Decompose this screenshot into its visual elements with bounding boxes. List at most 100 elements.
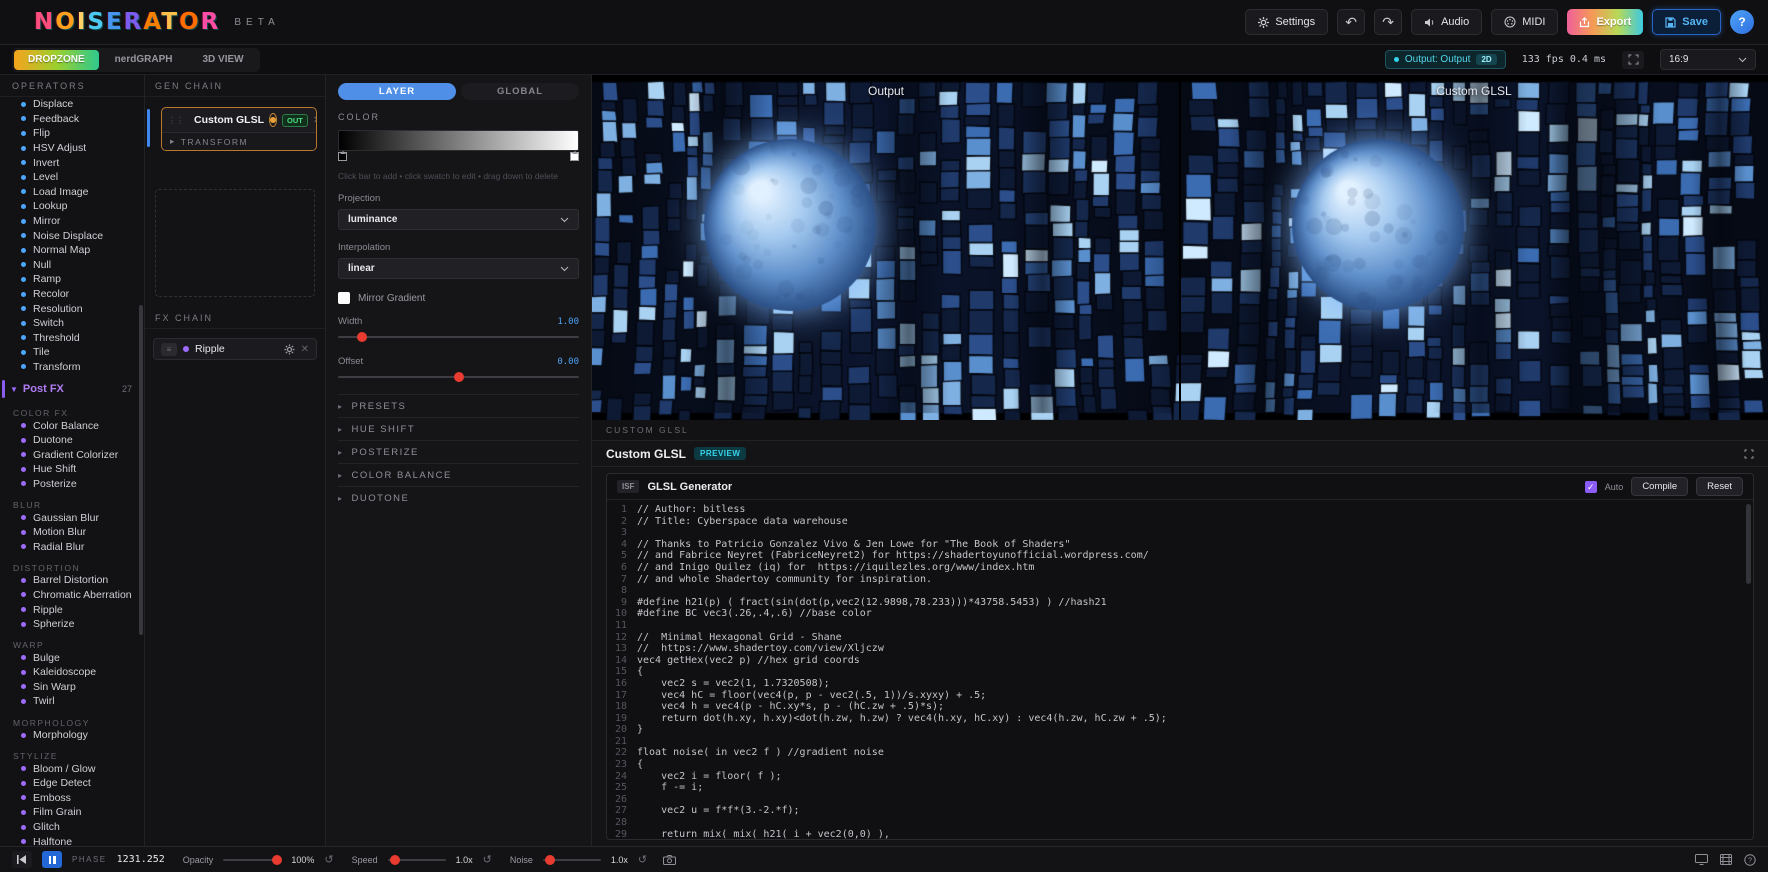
sidebar-item-recolor[interactable]: Recolor: [0, 287, 144, 302]
reset-icon[interactable]: ↺: [324, 853, 333, 866]
export-button[interactable]: Export: [1567, 9, 1644, 35]
gradient-bar[interactable]: [338, 130, 579, 151]
tab-global[interactable]: GLOBAL: [461, 83, 579, 100]
skip-to-start-button[interactable]: [12, 851, 32, 868]
redo-button[interactable]: ↷: [1374, 9, 1403, 35]
noise-slider[interactable]: [542, 854, 601, 865]
reset-button[interactable]: Reset: [1696, 477, 1743, 496]
sidebar-item-barrel-distortion[interactable]: Barrel Distortion: [0, 573, 144, 588]
reset-icon[interactable]: ↺: [638, 853, 647, 866]
camera-icon[interactable]: [663, 854, 677, 865]
output-selector[interactable]: Output: Output 2D: [1384, 50, 1506, 69]
sidebar-item-transform[interactable]: Transform: [0, 360, 144, 375]
sidebar-item-motion-blur[interactable]: Motion Blur: [0, 525, 144, 540]
sidebar-item-post-fx[interactable]: ▼ Post FX 27: [0, 379, 144, 399]
collapse-section-posterize[interactable]: ▸ POSTERIZE: [338, 440, 579, 463]
sidebar-item-switch[interactable]: Switch: [0, 316, 144, 331]
sidebar-item-film-grain[interactable]: Film Grain: [0, 805, 144, 820]
sidebar-item-hsv-adjust[interactable]: HSV Adjust: [0, 141, 144, 156]
sidebar-item-hue-shift[interactable]: Hue Shift: [0, 462, 144, 477]
noise-knob[interactable]: [545, 854, 556, 865]
sidebar-item-color-balance[interactable]: Color Balance: [0, 418, 144, 433]
tab-layer[interactable]: LAYER: [338, 83, 456, 100]
sidebar-item-radial-blur[interactable]: Radial Blur: [0, 539, 144, 554]
sidebar-item-gaussian-blur[interactable]: Gaussian Blur: [0, 510, 144, 525]
fx-node-ripple[interactable]: ≡ Ripple ✕: [153, 338, 317, 360]
collapse-section-duotone[interactable]: ▸ DUOTONE: [338, 486, 579, 509]
sidebar-item-bulge[interactable]: Bulge: [0, 650, 144, 665]
pause-button[interactable]: [42, 851, 62, 868]
aspect-ratio-select[interactable]: 16:9: [1660, 49, 1756, 70]
collapse-section-presets[interactable]: ▸ PRESETS: [338, 394, 579, 417]
sidebar-item-null[interactable]: Null: [0, 258, 144, 273]
offset-slider[interactable]: [338, 372, 579, 382]
speed-knob[interactable]: [389, 854, 400, 865]
gradient-swatch-white[interactable]: [570, 151, 579, 161]
settings-button[interactable]: Settings: [1245, 9, 1329, 35]
fit-view-button[interactable]: [1622, 50, 1644, 69]
sidebar-item-duotone[interactable]: Duotone: [0, 433, 144, 448]
monitor-icon[interactable]: [1695, 854, 1708, 865]
sidebar-item-ripple[interactable]: Ripple: [0, 602, 144, 617]
code-scrollbar[interactable]: [1746, 504, 1751, 584]
interpolation-select[interactable]: linear: [338, 258, 579, 279]
gradient-swatch-black[interactable]: [338, 151, 347, 161]
expand-icon[interactable]: [1744, 449, 1754, 459]
sidebar-item-displace[interactable]: Displace: [0, 97, 144, 112]
audio-button[interactable]: Audio: [1411, 9, 1483, 35]
speed-slider[interactable]: [387, 854, 446, 865]
sidebar-item-ramp[interactable]: Ramp: [0, 272, 144, 287]
tab-nerdgraph[interactable]: nerdGRAPH: [101, 50, 187, 70]
help-button[interactable]: ?: [1730, 10, 1754, 34]
midi-button[interactable]: MIDI: [1491, 9, 1559, 35]
sidebar-item-resolution[interactable]: Resolution: [0, 301, 144, 316]
compile-button[interactable]: Compile: [1631, 477, 1689, 496]
gear-icon[interactable]: [284, 344, 295, 355]
drag-handle-icon[interactable]: ≡: [161, 342, 177, 356]
sidebar-item-mirror[interactable]: Mirror: [0, 214, 144, 229]
sidebar-item-halftone[interactable]: Halftone: [0, 834, 144, 846]
sidebar-item-spherize[interactable]: Spherize: [0, 617, 144, 632]
width-slider[interactable]: [338, 332, 579, 342]
auto-compile-checkbox[interactable]: ✓: [1584, 480, 1597, 493]
opacity-slider[interactable]: [223, 854, 282, 865]
bypass-toggle[interactable]: [269, 113, 277, 127]
info-icon[interactable]: ?: [1744, 853, 1756, 866]
save-button[interactable]: Save: [1652, 9, 1721, 35]
mirror-gradient-checkbox[interactable]: Mirror Gradient: [338, 292, 579, 304]
sidebar-item-gradient-colorizer[interactable]: Gradient Colorizer: [0, 447, 144, 462]
tab-3d-view[interactable]: 3D VIEW: [188, 50, 257, 70]
sidebar-item-threshold[interactable]: Threshold: [0, 331, 144, 346]
collapse-section-hue-shift[interactable]: ▸ HUE SHIFT: [338, 417, 579, 440]
sidebar-item-morphology[interactable]: Morphology: [0, 728, 144, 743]
sidebar-item-flip[interactable]: Flip: [0, 126, 144, 141]
sidebar-item-invert[interactable]: Invert: [0, 155, 144, 170]
sidebar-item-glitch[interactable]: Glitch: [0, 820, 144, 835]
code-editor[interactable]: 1// Author: bitless 2// Title: Cyberspace…: [607, 500, 1753, 839]
gen-chain-dropzone[interactable]: [155, 189, 315, 297]
transform-collapse[interactable]: ▸ TRANSFORM: [162, 132, 316, 150]
sidebar-item-bloom-glow[interactable]: Bloom / Glow: [0, 761, 144, 776]
sidebar-item-noise-displace[interactable]: Noise Displace: [0, 228, 144, 243]
sidebar-item-tile[interactable]: Tile: [0, 345, 144, 360]
sidebar-item-edge-detect[interactable]: Edge Detect: [0, 776, 144, 791]
sidebar-item-load-image[interactable]: Load Image: [0, 185, 144, 200]
opacity-knob[interactable]: [271, 854, 282, 865]
sidebar-item-chromatic-aberration[interactable]: Chromatic Aberration: [0, 588, 144, 603]
sidebar-item-feedback[interactable]: Feedback: [0, 112, 144, 127]
sidebar-item-normal-map[interactable]: Normal Map: [0, 243, 144, 258]
sidebar-item-emboss[interactable]: Emboss: [0, 791, 144, 806]
reset-icon[interactable]: ↺: [483, 853, 492, 866]
close-icon[interactable]: ✕: [301, 344, 309, 355]
width-slider-knob[interactable]: [357, 332, 368, 342]
tab-dropzone[interactable]: DROPZONE: [14, 49, 99, 70]
collapse-section-color-balance[interactable]: ▸ COLOR BALANCE: [338, 463, 579, 486]
gen-node-custom-glsl[interactable]: ⋮⋮ Custom GLSL OUT ✕ ▸ TRANSFORM: [161, 107, 317, 151]
offset-slider-knob[interactable]: [453, 372, 464, 382]
sidebar-item-lookup[interactable]: Lookup: [0, 199, 144, 214]
projection-select[interactable]: luminance: [338, 209, 579, 230]
sidebar-item-posterize[interactable]: Posterize: [0, 477, 144, 492]
drag-handle-icon[interactable]: ⋮⋮: [168, 116, 184, 125]
sidebar-item-sin-warp[interactable]: Sin Warp: [0, 680, 144, 695]
film-icon[interactable]: [1720, 854, 1732, 865]
